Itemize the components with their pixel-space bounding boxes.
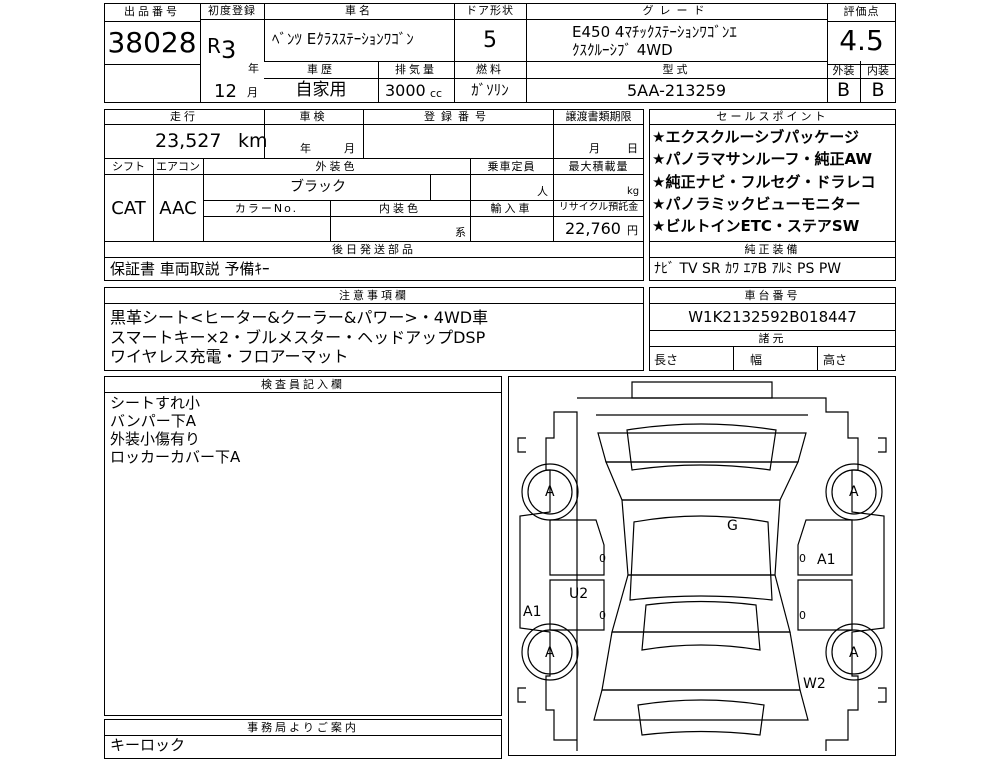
damage-mark: A1 bbox=[817, 552, 836, 568]
damage-mark: G bbox=[727, 518, 738, 534]
zero-mark: 0 bbox=[599, 609, 606, 622]
car-damage-diagram bbox=[517, 381, 887, 751]
damage-mark: A1 bbox=[523, 604, 542, 620]
damage-mark: A bbox=[849, 484, 859, 500]
damage-mark: A bbox=[545, 645, 555, 661]
zero-mark: 0 bbox=[799, 609, 806, 622]
damage-mark: A bbox=[545, 484, 555, 500]
damage-mark: W2 bbox=[803, 676, 826, 692]
damage-mark: U2 bbox=[569, 586, 589, 602]
zero-mark: 0 bbox=[599, 552, 606, 565]
damage-mark: A bbox=[849, 645, 859, 661]
zero-mark: 0 bbox=[799, 552, 806, 565]
